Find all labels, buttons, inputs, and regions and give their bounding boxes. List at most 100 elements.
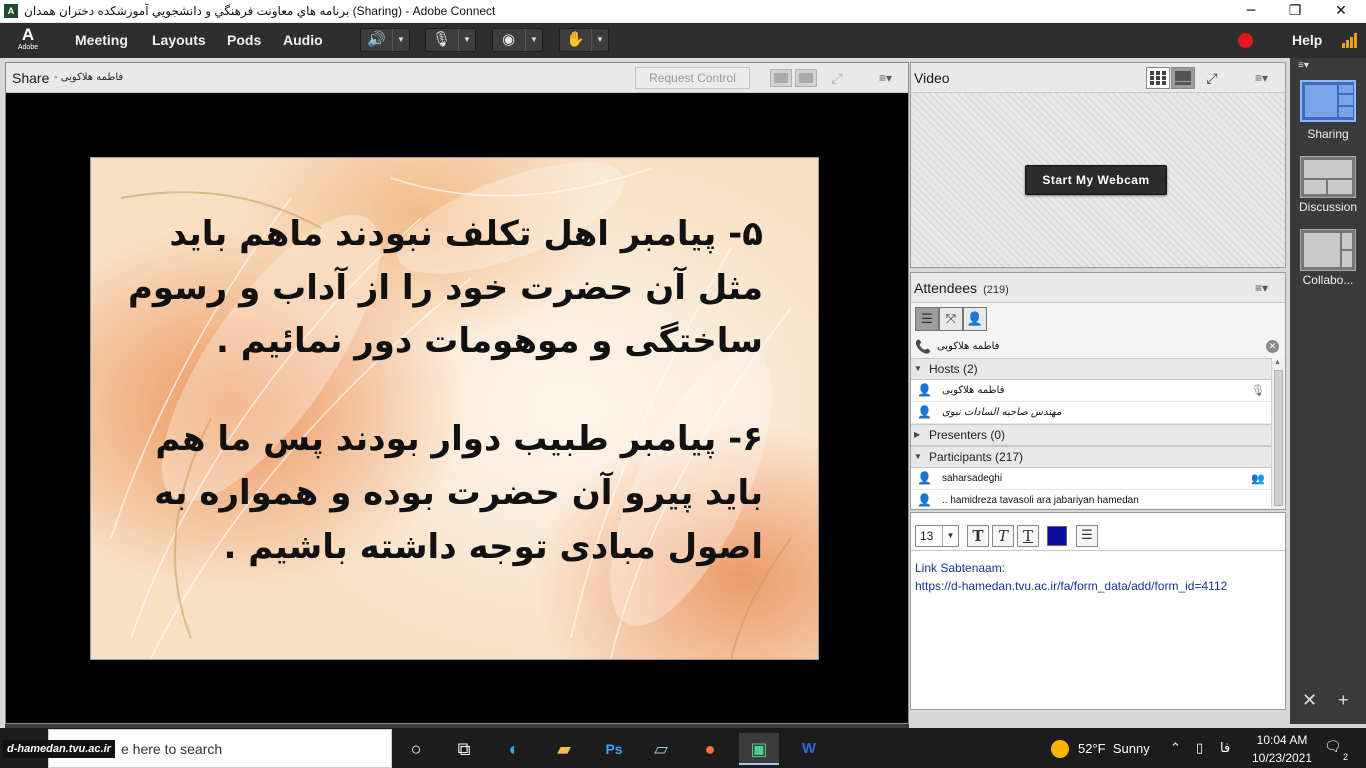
date: 10/23/2021 <box>1251 751 1313 765</box>
time: 10:04 AM <box>1256 733 1308 747</box>
raise-hand-button[interactable]: ✋ ▼ <box>559 28 609 52</box>
filmstrip-view-icon[interactable] <box>1171 67 1195 89</box>
cortana-icon[interactable]: ○ <box>396 733 436 765</box>
minimize-button[interactable]: ─ <box>1228 0 1274 23</box>
group-presenters[interactable]: ▶ Presenters (0) <box>911 424 1271 446</box>
edge-icon[interactable]: ◐ <box>494 733 534 765</box>
chevron-down-icon: ▼ <box>942 526 958 546</box>
current-user-name: فاطمه هلاکویی <box>937 341 1000 352</box>
task-view-icon[interactable]: ⧉ <box>444 733 484 765</box>
request-control-button[interactable]: Request Control <box>635 67 750 89</box>
chat-messages: Link Sabtenaam: https://d-hamedan.tvu.ac… <box>915 559 1281 595</box>
microphone-icon: 🎙 <box>431 31 452 48</box>
menu-audio[interactable]: Audio <box>283 23 323 58</box>
breakout-view-icon[interactable]: ⤧ <box>939 307 963 331</box>
main-menu-bar: A Adobe Meeting Layouts Pods Audio 🔊 ▼ 🎙… <box>0 23 1366 58</box>
current-user-row[interactable]: 📞 فاطمه هلاکویی ✕ <box>911 336 1285 358</box>
pod-menu-icon[interactable]: ≡▾ <box>1255 71 1273 85</box>
underline-button[interactable]: T <box>1017 525 1039 547</box>
list-item[interactable]: 👤 saharsadeghi 👥 <box>911 468 1271 490</box>
group-hosts[interactable]: ▼ Hosts (2) <box>911 358 1271 380</box>
add-layout-icon[interactable]: + <box>1338 690 1349 711</box>
attendees-pod-header: Attendees (219) ≡▾ <box>911 273 1285 303</box>
expanded-arrow-icon: ▼ <box>914 364 922 373</box>
menu-help[interactable]: Help <box>1292 23 1322 58</box>
italic-button[interactable]: T <box>992 525 1014 547</box>
adobe-logo: A Adobe <box>17 25 39 52</box>
video-pod-title: Video <box>914 70 950 86</box>
menu-layouts[interactable]: Layouts <box>152 23 206 58</box>
fullscreen-icon[interactable]: ⤢ <box>1203 69 1221 87</box>
status-view-icon[interactable]: 👤 <box>963 307 987 331</box>
layout-collaboration-label[interactable]: Collabo... <box>1290 273 1366 287</box>
clear-status-icon[interactable]: ✕ <box>1266 340 1279 353</box>
start-webcam-button[interactable]: Start My Webcam <box>1025 165 1167 195</box>
group-participants[interactable]: ▼ Participants (217) <box>911 446 1271 468</box>
layout-sharing-thumbnail[interactable] <box>1300 80 1356 122</box>
firefox-icon[interactable]: ● <box>690 733 730 765</box>
notes-app-icon[interactable]: ▱ <box>641 733 681 765</box>
menu-pods[interactable]: Pods <box>227 23 261 58</box>
chevron-down-icon[interactable]: ▼ <box>591 29 608 51</box>
fit-width-icon[interactable] <box>770 69 792 87</box>
layout-collaboration-thumbnail[interactable] <box>1300 229 1356 271</box>
layout-discussion-label[interactable]: Discussion <box>1290 200 1366 214</box>
shared-slide: ۵- پیامبر اهل تکلف نبودند ماهم باید مثل … <box>90 157 819 660</box>
close-window-button[interactable]: ✕ <box>1318 0 1364 23</box>
menu-meeting[interactable]: Meeting <box>75 23 128 58</box>
layout-sharing-label[interactable]: Sharing <box>1290 127 1366 141</box>
list-item[interactable]: 👤 مهندس صاحبه السادات نبوی <box>911 402 1271 424</box>
word-icon[interactable]: W <box>789 733 829 765</box>
speaker-button[interactable]: 🔊 ▼ <box>360 28 410 52</box>
chevron-down-icon[interactable]: ▼ <box>392 29 409 51</box>
chat-message-label: Link Sabtenaam: <box>915 561 1006 575</box>
webcam-button[interactable]: ◉ ▼ <box>492 28 543 52</box>
maximize-button[interactable]: ❐ <box>1272 0 1318 23</box>
tools-icon[interactable]: ✕ <box>1302 690 1317 711</box>
video-pod: Video ⤢ ≡▾ Start My Webcam <box>910 62 1286 268</box>
host-icon: 👤 <box>917 405 932 419</box>
show-hidden-icons-icon[interactable]: ⌃ <box>1170 740 1181 756</box>
scrollbar-thumb[interactable] <box>1274 370 1283 506</box>
photoshop-icon[interactable]: Ps <box>594 733 634 765</box>
pod-menu-icon[interactable]: ≡▾ <box>879 71 897 85</box>
adobe-connect-taskbar-icon[interactable]: ▣ <box>739 733 779 765</box>
bold-button[interactable]: T <box>967 525 989 547</box>
layout-discussion-thumbnail[interactable] <box>1300 156 1356 198</box>
scroll-up-icon[interactable]: ▲ <box>1274 359 1281 366</box>
chat-message-link[interactable]: https://d-hamedan.tvu.ac.ir/fa/form_data… <box>915 577 1281 595</box>
slide-paragraph-5: ۵- پیامبر اهل تکلف نبودند ماهم باید مثل … <box>128 214 763 362</box>
language-indicator[interactable]: فا <box>1220 740 1230 756</box>
list-format-icon[interactable]: ☰ <box>1076 525 1098 547</box>
list-view-icon[interactable]: ☰ <box>915 307 939 331</box>
participant-icon: 👤 <box>917 493 932 507</box>
weather-widget[interactable]: 52°F Sunny <box>1078 741 1150 756</box>
pod-bottom-spacer <box>910 710 1286 728</box>
layouts-menu-icon[interactable]: ≡▾ <box>1298 60 1309 71</box>
expanded-arrow-icon: ▼ <box>914 452 922 461</box>
collapsed-arrow-icon: ▶ <box>914 430 921 439</box>
window-title: برنامه هاي معاونت فرهنگي و دانشجويي آموز… <box>24 4 496 18</box>
share-pod-title: Share <box>12 70 50 86</box>
font-size-select[interactable]: 13 ▼ <box>915 525 959 547</box>
file-explorer-icon[interactable]: ▰ <box>544 733 584 765</box>
list-item[interactable]: 👤 .. hamidreza tavasoli ara jabariyan ha… <box>911 490 1271 508</box>
attendee-list-scrollbar[interactable]: ▲ <box>1271 358 1285 508</box>
list-item[interactable]: 👤 فاطمه هلاکویی 🎙 <box>911 380 1271 402</box>
attendee-list: ▼ Hosts (2) 👤 فاطمه هلاکویی 🎙 👤 مهندس صا… <box>911 358 1285 508</box>
pod-menu-icon[interactable]: ≡▾ <box>1255 281 1273 295</box>
grid-view-icon[interactable] <box>1146 67 1170 89</box>
text-color-picker[interactable] <box>1047 526 1067 546</box>
microphone-button[interactable]: 🎙 ▼ <box>425 28 476 52</box>
recording-indicator[interactable] <box>1238 33 1253 48</box>
connection-signal-icon <box>1342 33 1360 48</box>
chevron-down-icon[interactable]: ▼ <box>525 29 542 51</box>
chevron-down-icon[interactable]: ▼ <box>458 29 475 51</box>
fit-page-icon[interactable] <box>795 69 817 87</box>
battery-icon[interactable]: ▯ <box>1196 740 1203 756</box>
fullscreen-icon[interactable]: ⤢ <box>828 69 846 87</box>
video-pod-header: Video ⤢ ≡▾ <box>911 63 1285 93</box>
share-pod-header: Share - فاطمه هلاکویی Request Control ⤢ … <box>6 63 908 93</box>
notifications-icon[interactable]: 🗨 2 <box>1324 738 1348 762</box>
taskbar-clock[interactable]: 10:04 AM 10/23/2021 <box>1250 731 1314 767</box>
